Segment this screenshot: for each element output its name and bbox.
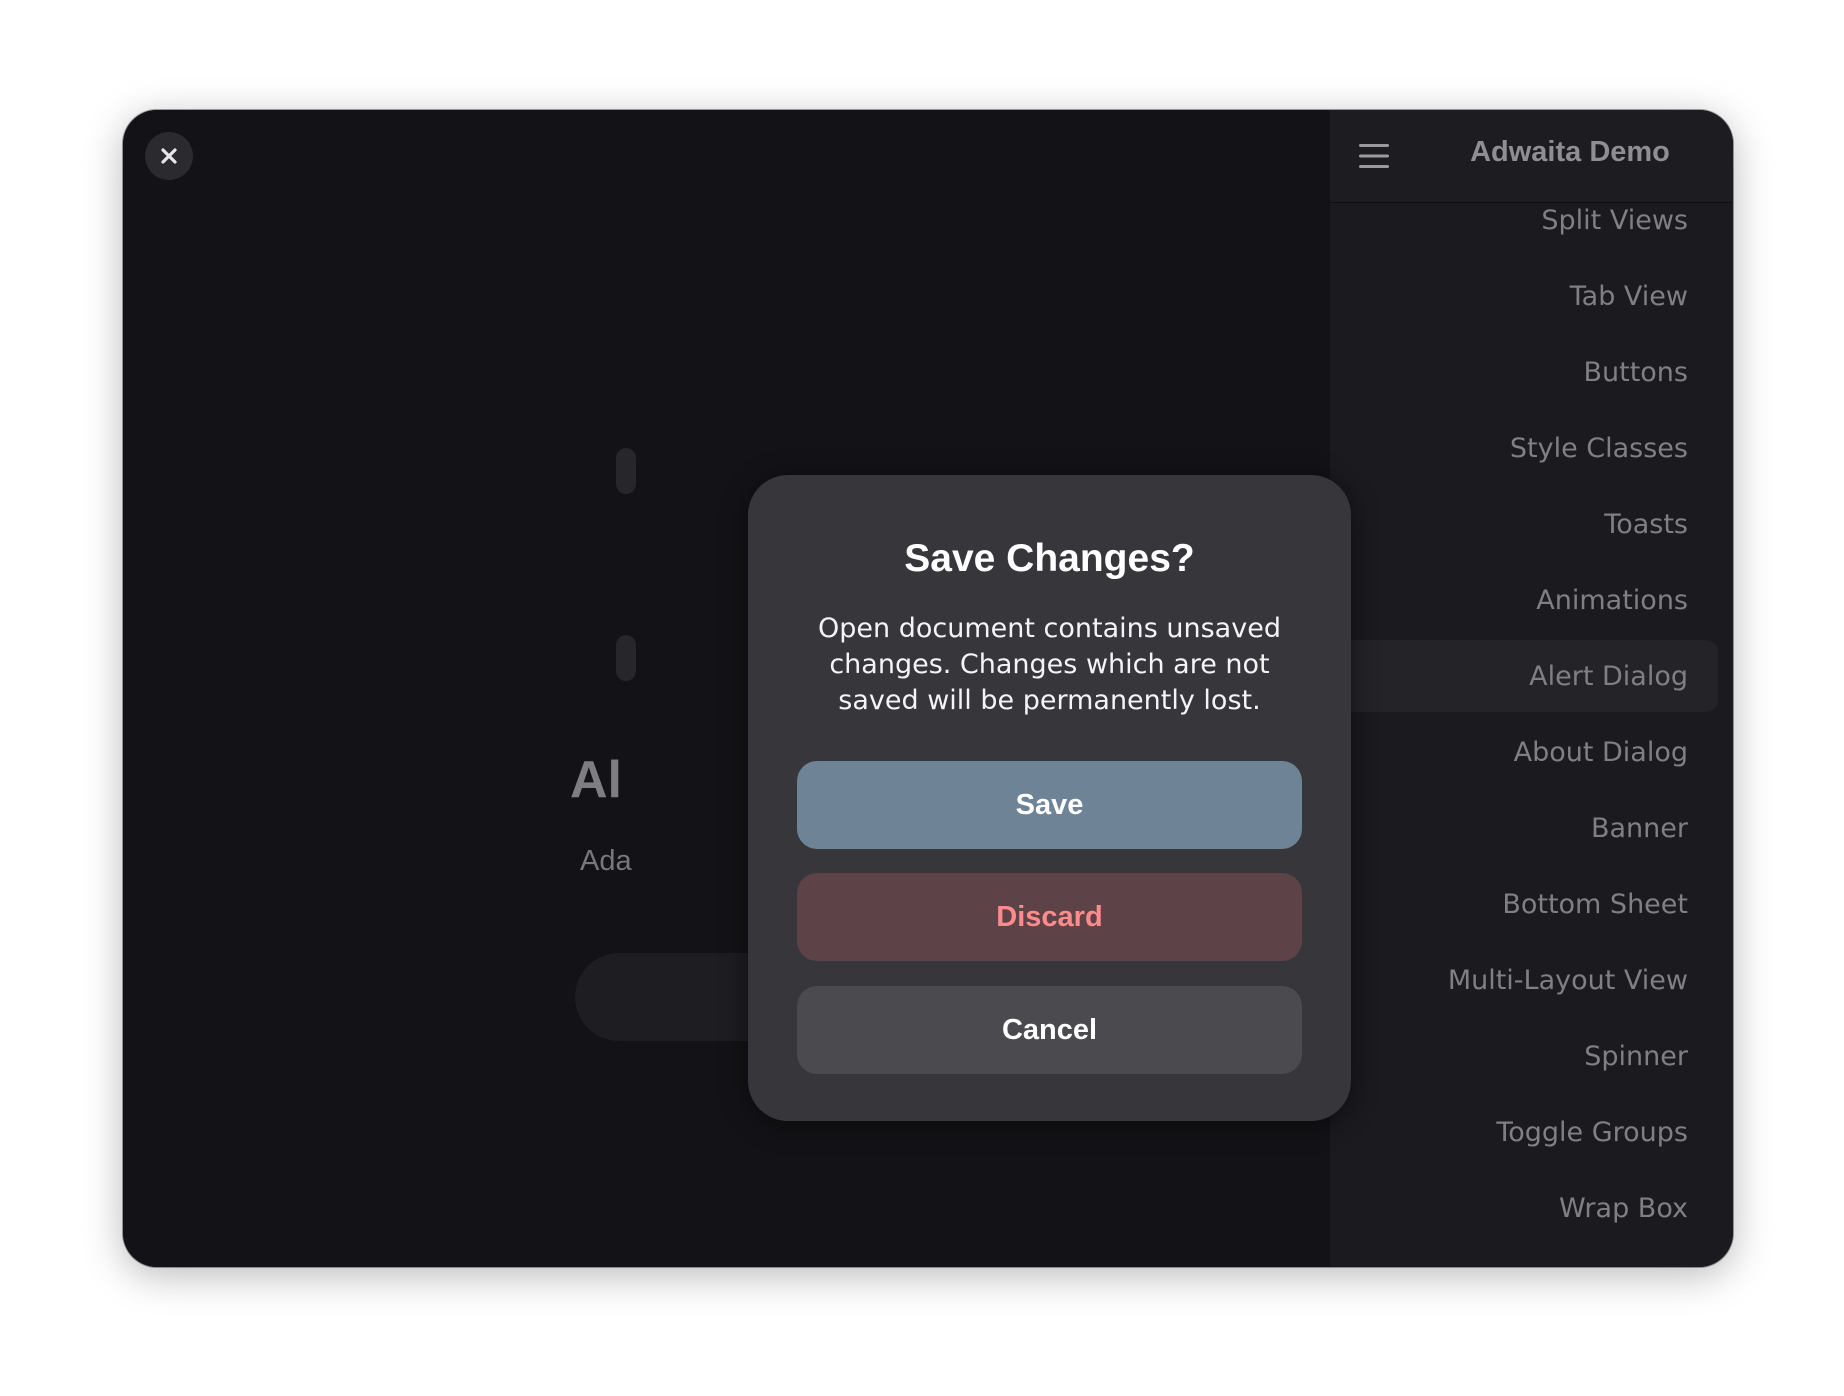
close-icon xyxy=(161,148,177,164)
sidebar-item-alert-dialog[interactable]: Alert Dialog xyxy=(1340,640,1718,712)
sidebar-item-tab-view[interactable]: Tab View xyxy=(1340,260,1718,332)
main-menu-button[interactable] xyxy=(1350,132,1398,180)
background-image-bottom xyxy=(616,635,636,681)
sidebar-item-bottom-sheet[interactable]: Bottom Sheet xyxy=(1340,868,1718,940)
sidebar-item-about-dialog[interactable]: About Dialog xyxy=(1340,716,1718,788)
alert-dialog: Save Changes? Open document contains uns… xyxy=(748,475,1351,1121)
background-image-top xyxy=(616,448,636,494)
sidebar: Adwaita Demo Split Views Tab View Button… xyxy=(1330,110,1733,1267)
sidebar-item-buttons[interactable]: Buttons xyxy=(1340,336,1718,408)
cancel-button[interactable]: Cancel xyxy=(797,986,1302,1074)
background-page-title: Al xyxy=(570,751,622,809)
discard-button[interactable]: Discard xyxy=(797,873,1302,961)
dialog-title: Save Changes? xyxy=(904,537,1195,580)
sidebar-item-split-views[interactable]: Split Views xyxy=(1340,184,1718,256)
sidebar-item-toggle-groups[interactable]: Toggle Groups xyxy=(1340,1096,1718,1168)
background-page-subtitle: Ada xyxy=(580,845,632,877)
dialog-body: Open document contains unsaved changes. … xyxy=(818,613,1281,716)
save-button[interactable]: Save xyxy=(797,761,1302,849)
sidebar-item-multi-layout-view[interactable]: Multi-Layout View xyxy=(1340,944,1718,1016)
sidebar-title: Adwaita Demo xyxy=(1470,136,1670,168)
sidebar-item-style-classes[interactable]: Style Classes xyxy=(1340,412,1718,484)
sidebar-item-animations[interactable]: Animations xyxy=(1340,564,1718,636)
hamburger-menu-icon xyxy=(1359,144,1389,168)
sidebar-item-toasts[interactable]: Toasts xyxy=(1340,488,1718,560)
sidebar-item-wrap-box[interactable]: Wrap Box xyxy=(1340,1172,1718,1244)
sidebar-item-spinner[interactable]: Spinner xyxy=(1340,1020,1718,1092)
sidebar-item-banner[interactable]: Banner xyxy=(1340,792,1718,864)
close-button[interactable] xyxy=(145,132,193,180)
app-window: Al Ada Adwaita Demo Split Views Tab View… xyxy=(123,110,1733,1267)
